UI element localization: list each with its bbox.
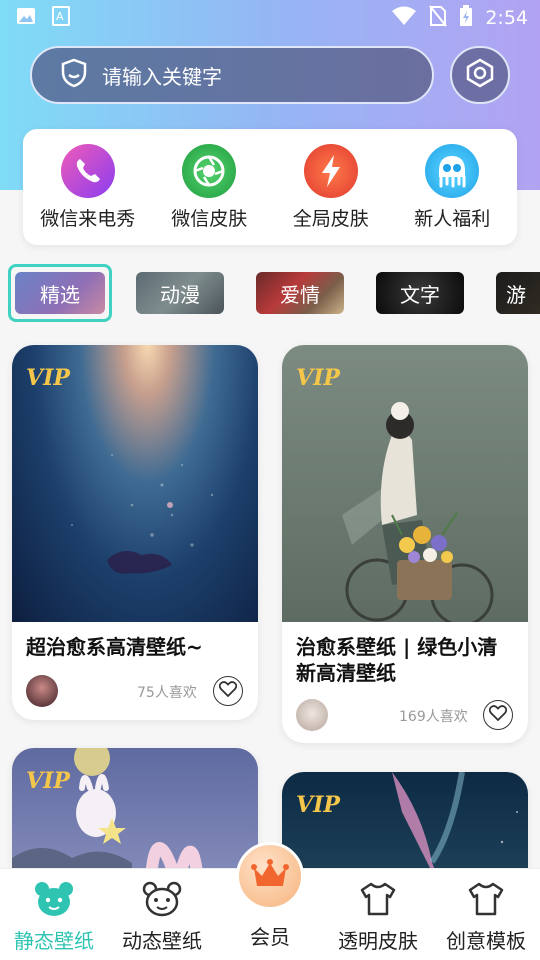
author-avatar[interactable] [296, 699, 328, 731]
feature-label: 新人福利 [414, 207, 491, 230]
category-anime[interactable]: 动漫 [136, 272, 224, 314]
category-tabs: 精选 动漫 爱情 文字 游 [8, 264, 540, 322]
shield-icon [60, 58, 88, 92]
card-title: 超治愈系高清壁纸~ [26, 635, 203, 659]
settings-button[interactable] [450, 46, 510, 104]
tab-label: 动态壁纸 [122, 929, 202, 953]
battery-charging-icon [459, 4, 473, 32]
image-icon [16, 7, 36, 29]
tshirt-icon [358, 881, 398, 921]
category-game[interactable]: 游 [496, 272, 540, 314]
heart-icon [488, 705, 508, 725]
category-label: 动漫 [160, 282, 200, 307]
tab-transparent-skin[interactable]: 透明皮肤 [324, 869, 432, 960]
feature-global-skin[interactable]: 全局皮肤 [272, 143, 390, 231]
feature-newbie-benefit[interactable]: 新人福利 [393, 143, 511, 231]
wallpaper-card[interactable]: VIP 超治愈系高清壁纸~ 75人喜欢 [12, 345, 258, 720]
like-count: 75人喜欢 [137, 685, 197, 701]
category-featured[interactable]: 精选 [15, 272, 105, 314]
text-icon: A [52, 6, 70, 30]
category-text[interactable]: 文字 [376, 272, 464, 314]
search-bar[interactable]: 请输入关键字 [30, 46, 434, 104]
tab-creative-template[interactable]: 创意模板 [432, 869, 540, 960]
heart-icon [218, 681, 238, 701]
svg-text:A: A [56, 10, 64, 23]
like-button[interactable] [213, 676, 243, 706]
feature-call-show[interactable]: 微信来电秀 [29, 143, 147, 231]
vip-badge: VIP [26, 365, 70, 391]
search-placeholder: 请输入关键字 [102, 64, 222, 89]
vip-badge: VIP [296, 365, 340, 391]
crown-icon [250, 858, 290, 894]
feature-label: 全局皮肤 [292, 207, 369, 230]
camera-aperture-icon [182, 143, 237, 198]
wallpaper-card[interactable]: VIP 治愈系壁纸 | 绿色小清新高清壁纸 169人喜欢 [282, 345, 528, 743]
feature-wechat-skin[interactable]: 微信皮肤 [150, 143, 268, 231]
status-bar: A 2:54 [0, 0, 540, 36]
tshirt-icon [466, 881, 506, 921]
category-label: 精选 [40, 282, 80, 307]
author-avatar[interactable] [26, 675, 58, 707]
phone-icon [60, 143, 115, 198]
feature-shortcuts: 微信来电秀 微信皮肤 全局皮肤 新人福利 [23, 129, 517, 245]
tab-live-wallpaper[interactable]: 动态壁纸 [108, 869, 216, 960]
clock: 2:54 [485, 7, 528, 29]
tab-static-wallpaper[interactable]: 静态壁纸 [0, 869, 108, 960]
tab-label: 静态壁纸 [14, 929, 94, 953]
lightning-icon [303, 143, 358, 198]
category-love[interactable]: 爱情 [256, 272, 344, 314]
vip-badge: VIP [296, 792, 340, 818]
vip-center-button[interactable] [236, 842, 304, 910]
bear-icon [34, 881, 74, 921]
category-label: 文字 [400, 282, 440, 307]
feature-label: 微信皮肤 [171, 207, 248, 230]
no-sim-icon [429, 4, 448, 32]
like-count: 169人喜欢 [399, 709, 468, 725]
feature-label: 微信来电秀 [40, 207, 136, 230]
bear-outline-icon [142, 881, 182, 921]
category-label: 爱情 [280, 282, 320, 307]
tab-label: 创意模板 [446, 929, 526, 953]
vip-badge: VIP [26, 768, 70, 794]
tab-label: 会员 [250, 925, 290, 949]
like-button[interactable] [483, 700, 513, 730]
hexagon-settings-icon [465, 58, 495, 92]
category-label: 游 [506, 282, 526, 307]
tab-label: 透明皮肤 [338, 929, 418, 953]
wifi-icon [391, 6, 417, 31]
card-title: 治愈系壁纸 | 绿色小清新高清壁纸 [296, 635, 498, 685]
octopus-icon [425, 143, 480, 198]
